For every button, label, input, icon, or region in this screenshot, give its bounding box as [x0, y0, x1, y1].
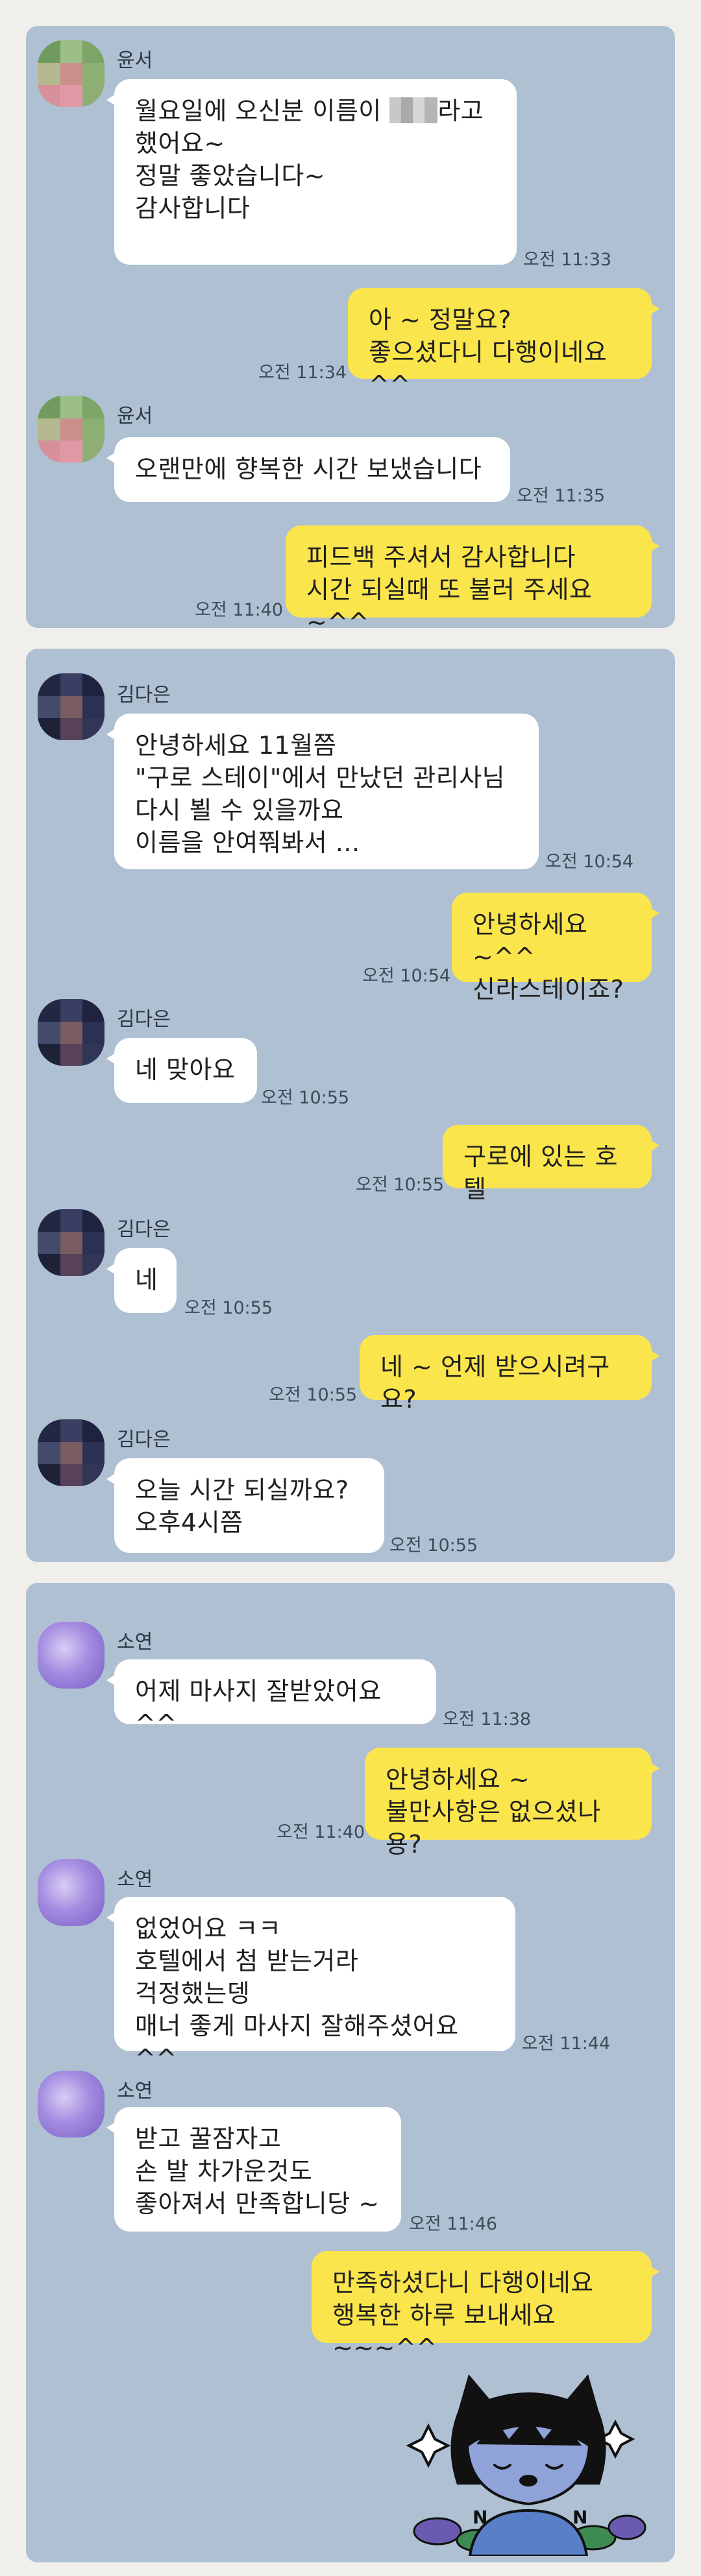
incoming-message[interactable]: 오랜만에 향복한 시간 보냈습니다 [106, 437, 510, 502]
message-time: 오전 10:54 [545, 852, 634, 872]
kakao-friends-character-sticker-icon: N N [406, 2374, 646, 2557]
message-time: 오전 11:40 [195, 600, 284, 620]
message-text: 네 [135, 1266, 158, 1294]
message-text: 어제 마사지 잘받았어요 ^^ [135, 1677, 382, 1738]
outgoing-message[interactable]: 아 ~ 정말요? 좋으셨다니 다행이네요 ^^ [348, 288, 659, 399]
message-text: 받고 꿀잠자고 손 발 차가운것도 좋아져서 만족합니당 ~ [135, 2125, 380, 2218]
incoming-message[interactable]: 네 맞아요 [106, 1038, 257, 1103]
incoming-message[interactable]: 오늘 시간 되실까요? 오후4시쯤 [106, 1458, 384, 1553]
message-text: 없었어요 ㅋㅋ 호텔에서 첨 받는거라 걱정했는뎅 매너 좋게 마사지 잘해주셨… [135, 1914, 459, 2073]
chat-panel-1: 윤서 월요일에 오신분 이름이 라고 했어요~ 정말 좋았습니다~ 감사합니다 … [26, 26, 675, 636]
message-time: 오전 11:35 [517, 486, 606, 506]
avatar-yunseo[interactable] [38, 40, 105, 107]
svg-text:N: N [572, 2507, 587, 2528]
chat-panel-2: 김다은 안녕하세요 11월쯤 "구로 스테이"에서 만났던 관리사님 다시 뵐 … [26, 649, 675, 1562]
message-text: 피드백 주셔서 감사합니다 시간 되실때 또 불러 주세요 ~^^ [306, 543, 593, 636]
incoming-message[interactable]: 월요일에 오신분 이름이 라고 했어요~ 정말 좋았습니다~ 감사합니다 [106, 79, 517, 265]
sender-name: 김다은 [117, 1008, 171, 1031]
message-text: 오늘 시간 되실까요? 오후4시쯤 [135, 1476, 349, 1537]
message-time: 오전 10:55 [269, 1385, 358, 1405]
outgoing-message[interactable]: 안녕하세요 ~ 불만사항은 없으셨나용? [365, 1748, 659, 1859]
message-time: 오전 11:46 [409, 2214, 498, 2234]
avatar-soyeon[interactable] [38, 2071, 105, 2137]
message-text: 안녕하세요 ~ 불만사항은 없으셨나용? [386, 1765, 601, 1859]
avatar-soyeon[interactable] [38, 1859, 105, 1926]
message-text: 월요일에 오신분 이름이 [135, 97, 390, 125]
message-text: 아 ~ 정말요? 좋으셨다니 다행이네요 ^^ [369, 306, 608, 399]
avatar-kimdaeun[interactable] [38, 999, 105, 1066]
chat-panel-3: 소연 어제 마사지 잘받았어요 ^^ 오전 11:38 안녕하세요 ~ 불만사항… [26, 1583, 675, 2562]
sender-name: 소연 [117, 1868, 153, 1891]
message-time: 오전 10:55 [389, 1535, 478, 1556]
character-sticker[interactable]: N N [399, 2348, 658, 2557]
message-time: 오전 11:38 [443, 1709, 532, 1729]
avatar-kimdaeun[interactable] [38, 1419, 105, 1486]
outgoing-message[interactable]: 구로에 있는 호텔 [443, 1125, 659, 1203]
svg-text:N: N [473, 2507, 487, 2528]
sender-name: 김다은 [117, 1218, 171, 1241]
message-text: 네 ~ 언제 받으시려구요? [380, 1353, 610, 1414]
incoming-message[interactable]: 네 [106, 1248, 177, 1313]
message-text: 오랜만에 향복한 시간 보냈습니다 [135, 455, 482, 483]
message-text: 구로에 있는 호텔 [463, 1142, 618, 1203]
sender-name: 김다은 [117, 684, 171, 706]
sender-name: 윤서 [117, 49, 153, 72]
message-time: 오전 10:55 [184, 1298, 273, 1318]
sender-name: 소연 [117, 1631, 153, 1654]
sender-name: 소연 [117, 2080, 153, 2102]
outgoing-message[interactable]: 피드백 주셔서 감사합니다 시간 되실때 또 불러 주세요 ~^^ [286, 525, 659, 636]
message-time: 오전 10:55 [261, 1088, 350, 1108]
avatar-kimdaeun[interactable] [38, 673, 105, 740]
avatar-yunseo[interactable] [38, 396, 105, 463]
message-time: 오전 11:44 [522, 2034, 611, 2054]
sender-name: 윤서 [117, 405, 153, 427]
message-time: 오전 11:33 [523, 250, 612, 270]
incoming-message[interactable]: 받고 꿀잠자고 손 발 차가운것도 좋아져서 만족합니당 ~ [106, 2107, 401, 2232]
blurred-name [389, 97, 438, 123]
outgoing-message[interactable]: 만족하셨다니 다행이네요 행복한 하루 보내세요 ~~~^^ [312, 2251, 659, 2362]
message-time: 오전 10:55 [356, 1175, 445, 1195]
avatar-soyeon[interactable] [38, 1622, 105, 1689]
incoming-message[interactable]: 어제 마사지 잘받았어요 ^^ [106, 1659, 436, 1738]
incoming-message[interactable]: 안녕하세요 11월쯤 "구로 스테이"에서 만났던 관리사님 다시 뵐 수 있을… [106, 714, 539, 869]
message-text: 안녕하세요 ~^^ 신라스테이죠? [473, 910, 624, 1004]
outgoing-message[interactable]: 안녕하세요 ~^^ 신라스테이죠? [452, 893, 659, 1004]
outgoing-message[interactable]: 네 ~ 언제 받으시려구요? [360, 1335, 659, 1414]
message-time: 오전 10:54 [362, 966, 451, 986]
message-text: 안녕하세요 11월쯤 "구로 스테이"에서 만났던 관리사님 다시 뵐 수 있을… [135, 731, 506, 857]
message-text: 네 맞아요 [135, 1055, 236, 1084]
message-time: 오전 11:34 [258, 363, 347, 383]
sender-name: 김다은 [117, 1428, 171, 1451]
message-time: 오전 11:40 [277, 1822, 365, 1842]
avatar-kimdaeun[interactable] [38, 1209, 105, 1276]
incoming-message[interactable]: 없었어요 ㅋㅋ 호텔에서 첨 받는거라 걱정했는뎅 매너 좋게 마사지 잘해주셨… [106, 1897, 515, 2073]
